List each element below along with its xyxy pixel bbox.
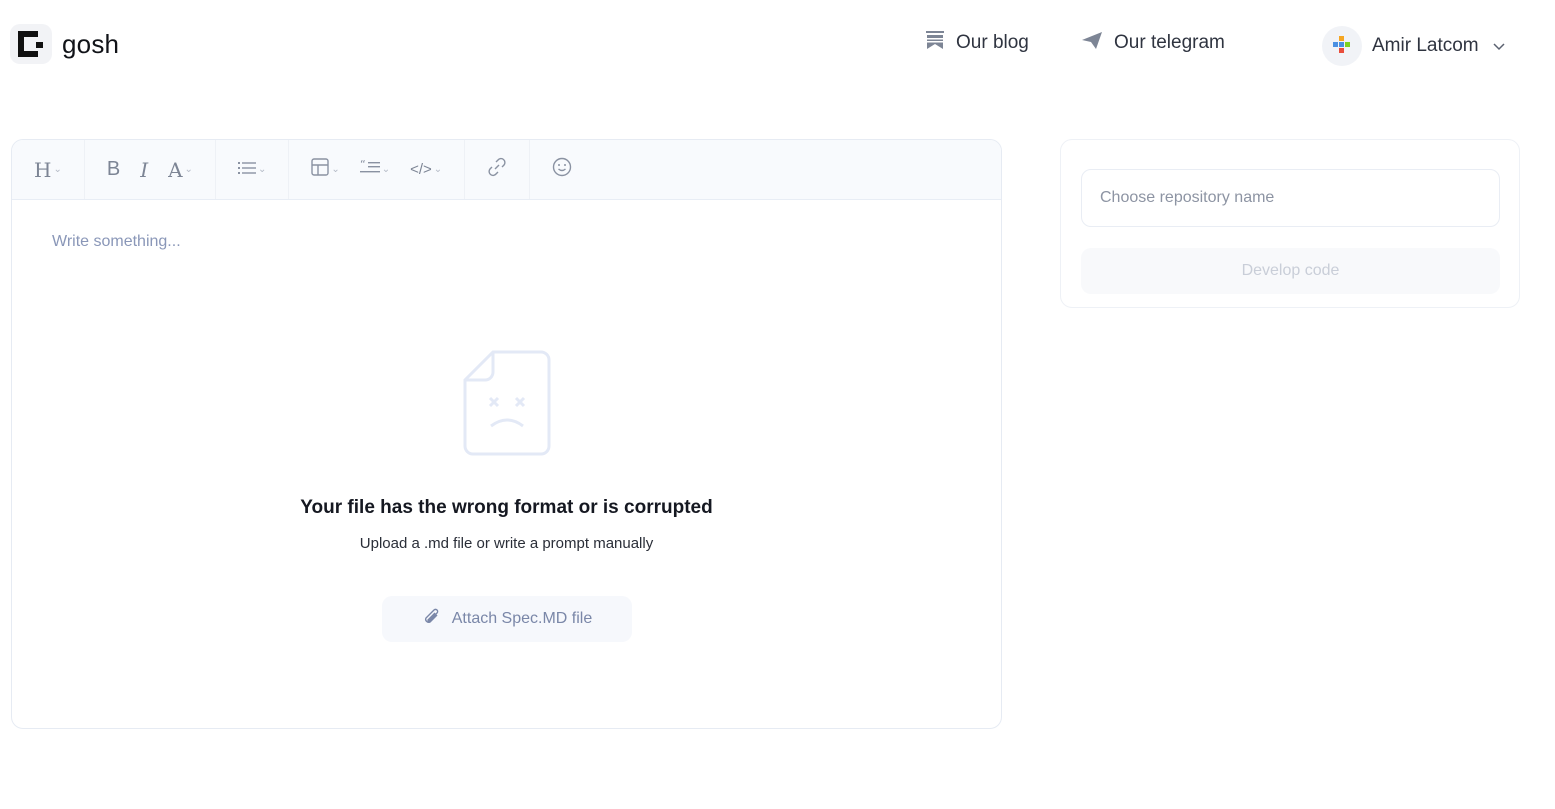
quote-button[interactable]: “ ⌄ [352,152,398,188]
gosh-logo-icon [10,24,52,64]
quote-icon: “ [359,158,380,181]
logo-text: gosh [62,28,120,59]
avatar [1322,26,1362,66]
chevron-down-icon: ⌄ [381,164,391,175]
user-name: Amir Latcom [1372,35,1479,56]
heading-icon: H [34,157,52,182]
toolbar-group-insert: ⌄ “ ⌄ </> ⌄ [289,140,466,199]
repository-panel: Develop code [1060,139,1520,308]
text-style-button[interactable]: A ⌄ [160,152,201,188]
toolbar-group-link [465,140,531,199]
svg-text:“: “ [360,159,366,171]
telegram-icon [1080,30,1104,56]
top-header: gosh Our blog Our telegram Amir Latcom [0,0,1555,92]
repository-name-input[interactable] [1081,169,1500,227]
chevron-down-icon: ⌄ [257,164,267,175]
toolbar-group-format: B I A ⌄ [85,140,216,199]
logo[interactable]: gosh [10,24,119,64]
chevron-down-icon: ⌄ [184,164,193,175]
table-button[interactable]: ⌄ [303,152,347,188]
nav-telegram-link[interactable]: Our telegram [1080,30,1225,56]
chevron-down-icon [1493,35,1505,57]
link-icon [487,157,507,183]
nav-blog-label: Our blog [956,32,1029,53]
editor-placeholder: Write something... [52,233,181,250]
prompt-editor: H ⌄ B I A ⌄ ⌄ ⌄ “ ⌄ </> ⌄ Write somethin… [11,139,1002,729]
emoji-icon [552,157,572,183]
editor-toolbar: H ⌄ B I A ⌄ ⌄ ⌄ “ ⌄ </> ⌄ [12,140,1001,200]
toolbar-group-emoji [530,140,594,199]
code-button[interactable]: </> ⌄ [402,152,450,188]
text-style-icon: A [168,157,183,182]
chevron-down-icon: ⌄ [331,164,340,175]
user-menu[interactable]: Amir Latcom [1322,26,1505,66]
bold-button[interactable]: B [99,152,128,188]
italic-icon: I [140,157,149,182]
heading-button[interactable]: H ⌄ [26,152,70,188]
list-button[interactable]: ⌄ [230,152,274,188]
paperclip-icon [422,607,442,632]
attach-file-button[interactable]: Attach Spec.MD file [382,596,632,642]
list-icon [237,158,256,181]
toolbar-group-heading: H ⌄ [12,140,85,199]
develop-code-button[interactable]: Develop code [1081,248,1500,294]
table-icon [311,157,330,182]
chevron-down-icon: ⌄ [433,164,443,175]
error-title: Your file has the wrong format or is cor… [300,497,713,518]
chevron-down-icon: ⌄ [53,164,62,175]
error-subtitle: Upload a .md file or write a prompt manu… [359,535,654,552]
editor-body[interactable]: Write something... Your file has the wro… [12,200,1001,728]
nav-telegram-label: Our telegram [1114,32,1225,53]
toolbar-group-list: ⌄ [216,140,290,199]
nav-blog-link[interactable]: Our blog [924,30,1029,56]
bold-icon: B [106,158,121,180]
bookmark-icon [924,30,946,56]
attach-file-label: Attach Spec.MD file [451,610,593,627]
link-button[interactable] [479,152,515,188]
corrupted-file-icon [463,350,551,461]
italic-button[interactable]: I [132,152,156,188]
code-icon: </> [410,161,432,178]
emoji-button[interactable] [544,152,580,188]
